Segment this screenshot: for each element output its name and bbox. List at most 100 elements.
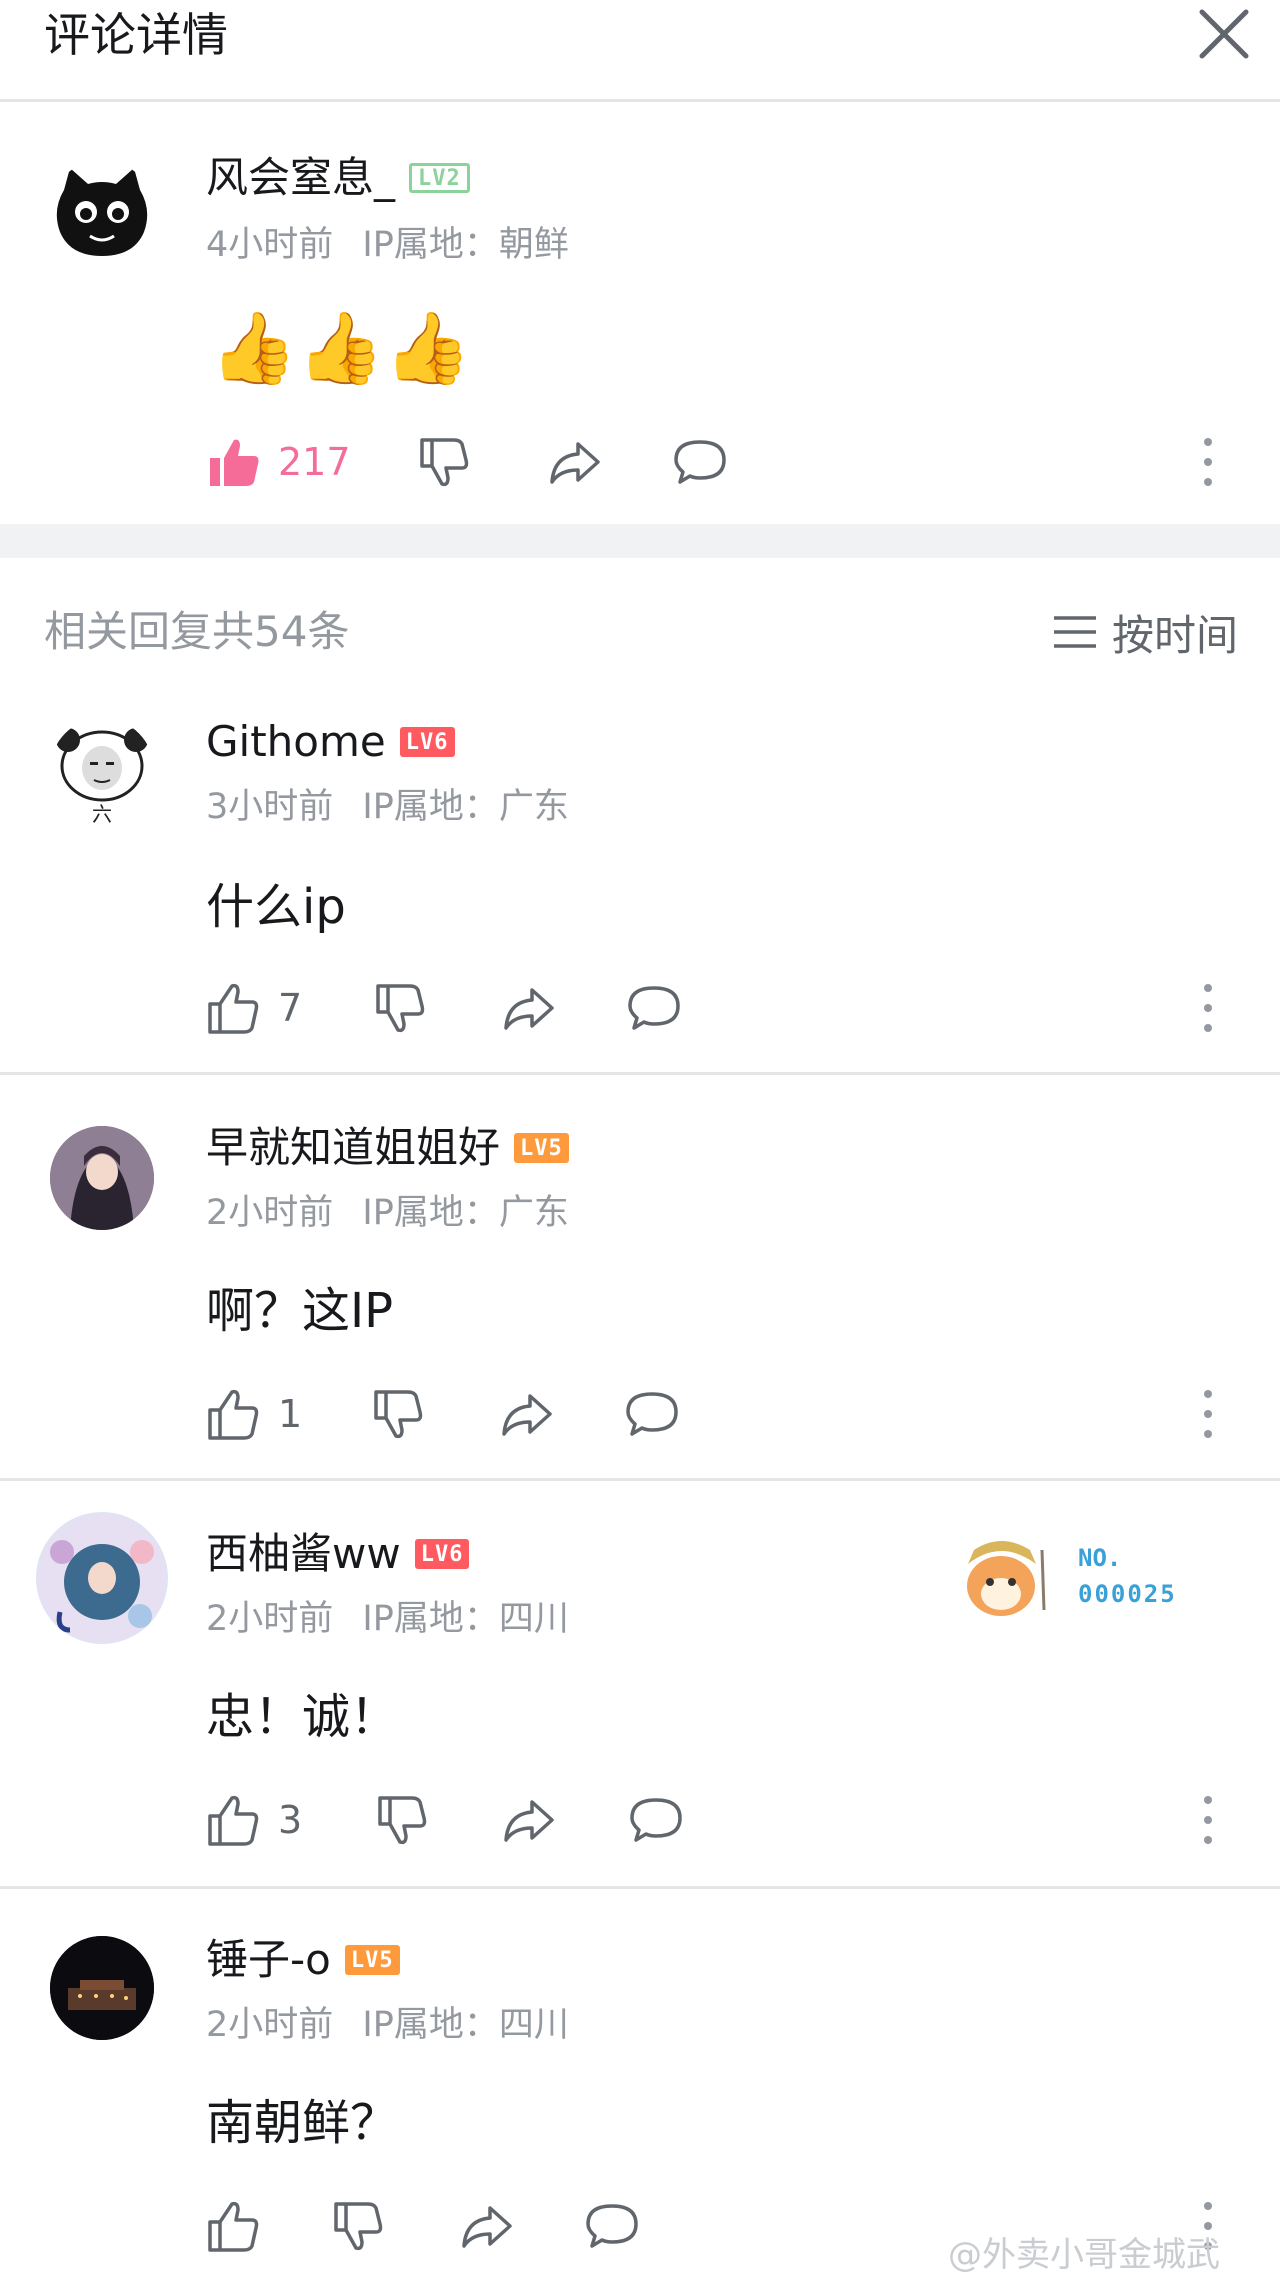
more-icon (1204, 1390, 1212, 1438)
section-separator (0, 524, 1280, 558)
username[interactable]: 锤子-o (206, 1932, 331, 1988)
more-button[interactable] (1198, 1384, 1218, 1444)
reply-icon (586, 2204, 638, 2248)
comment-meta: 4小时前 IP属地：朝鲜 (206, 222, 569, 268)
username[interactable]: 风会窒息_ (206, 150, 395, 206)
dislike-button[interactable] (374, 1790, 430, 1850)
watermark: @外卖小哥金城武 (948, 2235, 1220, 2275)
comment-content: 南朝鲜？ (206, 2095, 399, 2151)
like-count: 7 (278, 986, 303, 1030)
username-row: Githome LV6 (206, 714, 455, 770)
like-button[interactable]: 3 (206, 1790, 302, 1850)
share-button[interactable] (458, 2196, 514, 2256)
close-button[interactable] (1196, 6, 1252, 62)
share-icon (462, 2206, 512, 2248)
reply-button[interactable] (584, 2196, 640, 2256)
ip-location: IP属地：广东 (362, 1193, 569, 1233)
action-bar: 3 (206, 1790, 1280, 1850)
reply-button[interactable] (626, 978, 682, 1038)
more-icon (1204, 984, 1212, 1032)
thumbs-up-icon (208, 1795, 259, 1846)
fan-badge-number-label: NO. (1078, 1544, 1122, 1572)
share-icon (504, 1800, 554, 1842)
like-button[interactable] (206, 2196, 278, 2256)
divider (0, 1886, 1280, 1889)
reply-icon (630, 1798, 682, 1842)
like-button[interactable]: 1 (206, 1384, 302, 1444)
reply-button[interactable] (672, 432, 728, 492)
page-title: 评论详情 (44, 8, 228, 62)
avatar[interactable] (50, 160, 154, 264)
username[interactable]: 西柚酱ww (206, 1526, 401, 1582)
comment-meta: 3小时前 IP属地：广东 (206, 784, 569, 830)
comment-content: 👍👍👍 (210, 307, 472, 389)
sort-label: 按时间 (1112, 610, 1239, 660)
ip-location: IP属地：朝鲜 (362, 225, 569, 265)
username[interactable]: Githome (206, 714, 386, 770)
reply-icon (626, 1392, 678, 1436)
comment-meta: 2小时前 IP属地：四川 (206, 1596, 569, 1642)
fan-badge[interactable]: NO. 000025 (946, 1510, 1196, 1640)
reply-button[interactable] (624, 1384, 680, 1444)
close-icon (1199, 9, 1249, 59)
thumbs-down-icon (376, 984, 425, 1033)
reply-icon (628, 986, 680, 1030)
divider (0, 1072, 1280, 1075)
thumbs-down-icon (374, 1390, 423, 1439)
thumbs-down-icon (420, 438, 469, 487)
comment-time: 4小时前 (206, 225, 334, 265)
avatar[interactable] (36, 1512, 168, 1644)
sort-button[interactable]: 按时间 (1052, 604, 1238, 660)
username-row: 西柚酱ww LV6 (206, 1526, 470, 1582)
share-button[interactable] (498, 1384, 554, 1444)
comment-time: 2小时前 (206, 2005, 334, 2045)
thumbs-up-icon (210, 439, 259, 486)
comment-content: 啊？这IP (206, 1283, 394, 1339)
share-button[interactable] (500, 978, 556, 1038)
like-count: 1 (278, 1392, 303, 1436)
comment-time: 2小时前 (206, 1599, 334, 1639)
thumbs-down-icon (378, 1796, 427, 1845)
action-bar: 1 (206, 1384, 1280, 1444)
share-icon (504, 988, 554, 1030)
level-badge: LV5 (514, 1133, 569, 1163)
comment-meta: 2小时前 IP属地：四川 (206, 2002, 569, 2048)
more-icon (1204, 438, 1212, 486)
like-count: 3 (278, 1798, 303, 1842)
more-button[interactable] (1198, 1790, 1218, 1850)
avatar[interactable] (50, 1126, 154, 1230)
action-bar: 217 (206, 432, 1280, 492)
username-row: 锤子-o LV5 (206, 1932, 400, 1988)
more-button[interactable] (1198, 432, 1218, 492)
avatar[interactable] (50, 1936, 154, 2040)
dislike-button[interactable] (330, 2196, 386, 2256)
like-button[interactable]: 217 (206, 432, 351, 492)
thumbs-down-icon (334, 2202, 383, 2251)
share-button[interactable] (500, 1790, 556, 1850)
share-icon (502, 1394, 552, 1436)
comment-content: 忠！诚！ (206, 1689, 399, 1745)
share-button[interactable] (546, 432, 602, 492)
thumbs-up-icon (208, 1389, 259, 1440)
action-bar: 7 (206, 978, 1280, 1038)
thumbs-up-icon (208, 983, 259, 1034)
comment-time: 2小时前 (206, 1193, 334, 1233)
avatar-caption: 六 (92, 802, 112, 826)
dislike-button[interactable] (416, 432, 472, 492)
more-button[interactable] (1198, 978, 1218, 1038)
reply-button[interactable] (628, 1790, 684, 1850)
comment-content: 什么ip (206, 879, 346, 935)
divider (0, 1478, 1280, 1481)
comment-meta: 2小时前 IP属地：广东 (206, 1190, 569, 1236)
ip-location: IP属地：四川 (362, 2005, 569, 2045)
username[interactable]: 早就知道姐姐好 (206, 1120, 500, 1176)
comment-time: 3小时前 (206, 787, 334, 827)
level-badge: LV6 (414, 1539, 470, 1569)
dislike-button[interactable] (370, 1384, 426, 1444)
like-button[interactable]: 7 (206, 978, 302, 1038)
ip-location: IP属地：广东 (362, 787, 569, 827)
dislike-button[interactable] (372, 978, 428, 1038)
like-count: 217 (278, 440, 351, 484)
level-badge: LV2 (409, 163, 470, 193)
header: 评论详情 (0, 0, 1280, 102)
